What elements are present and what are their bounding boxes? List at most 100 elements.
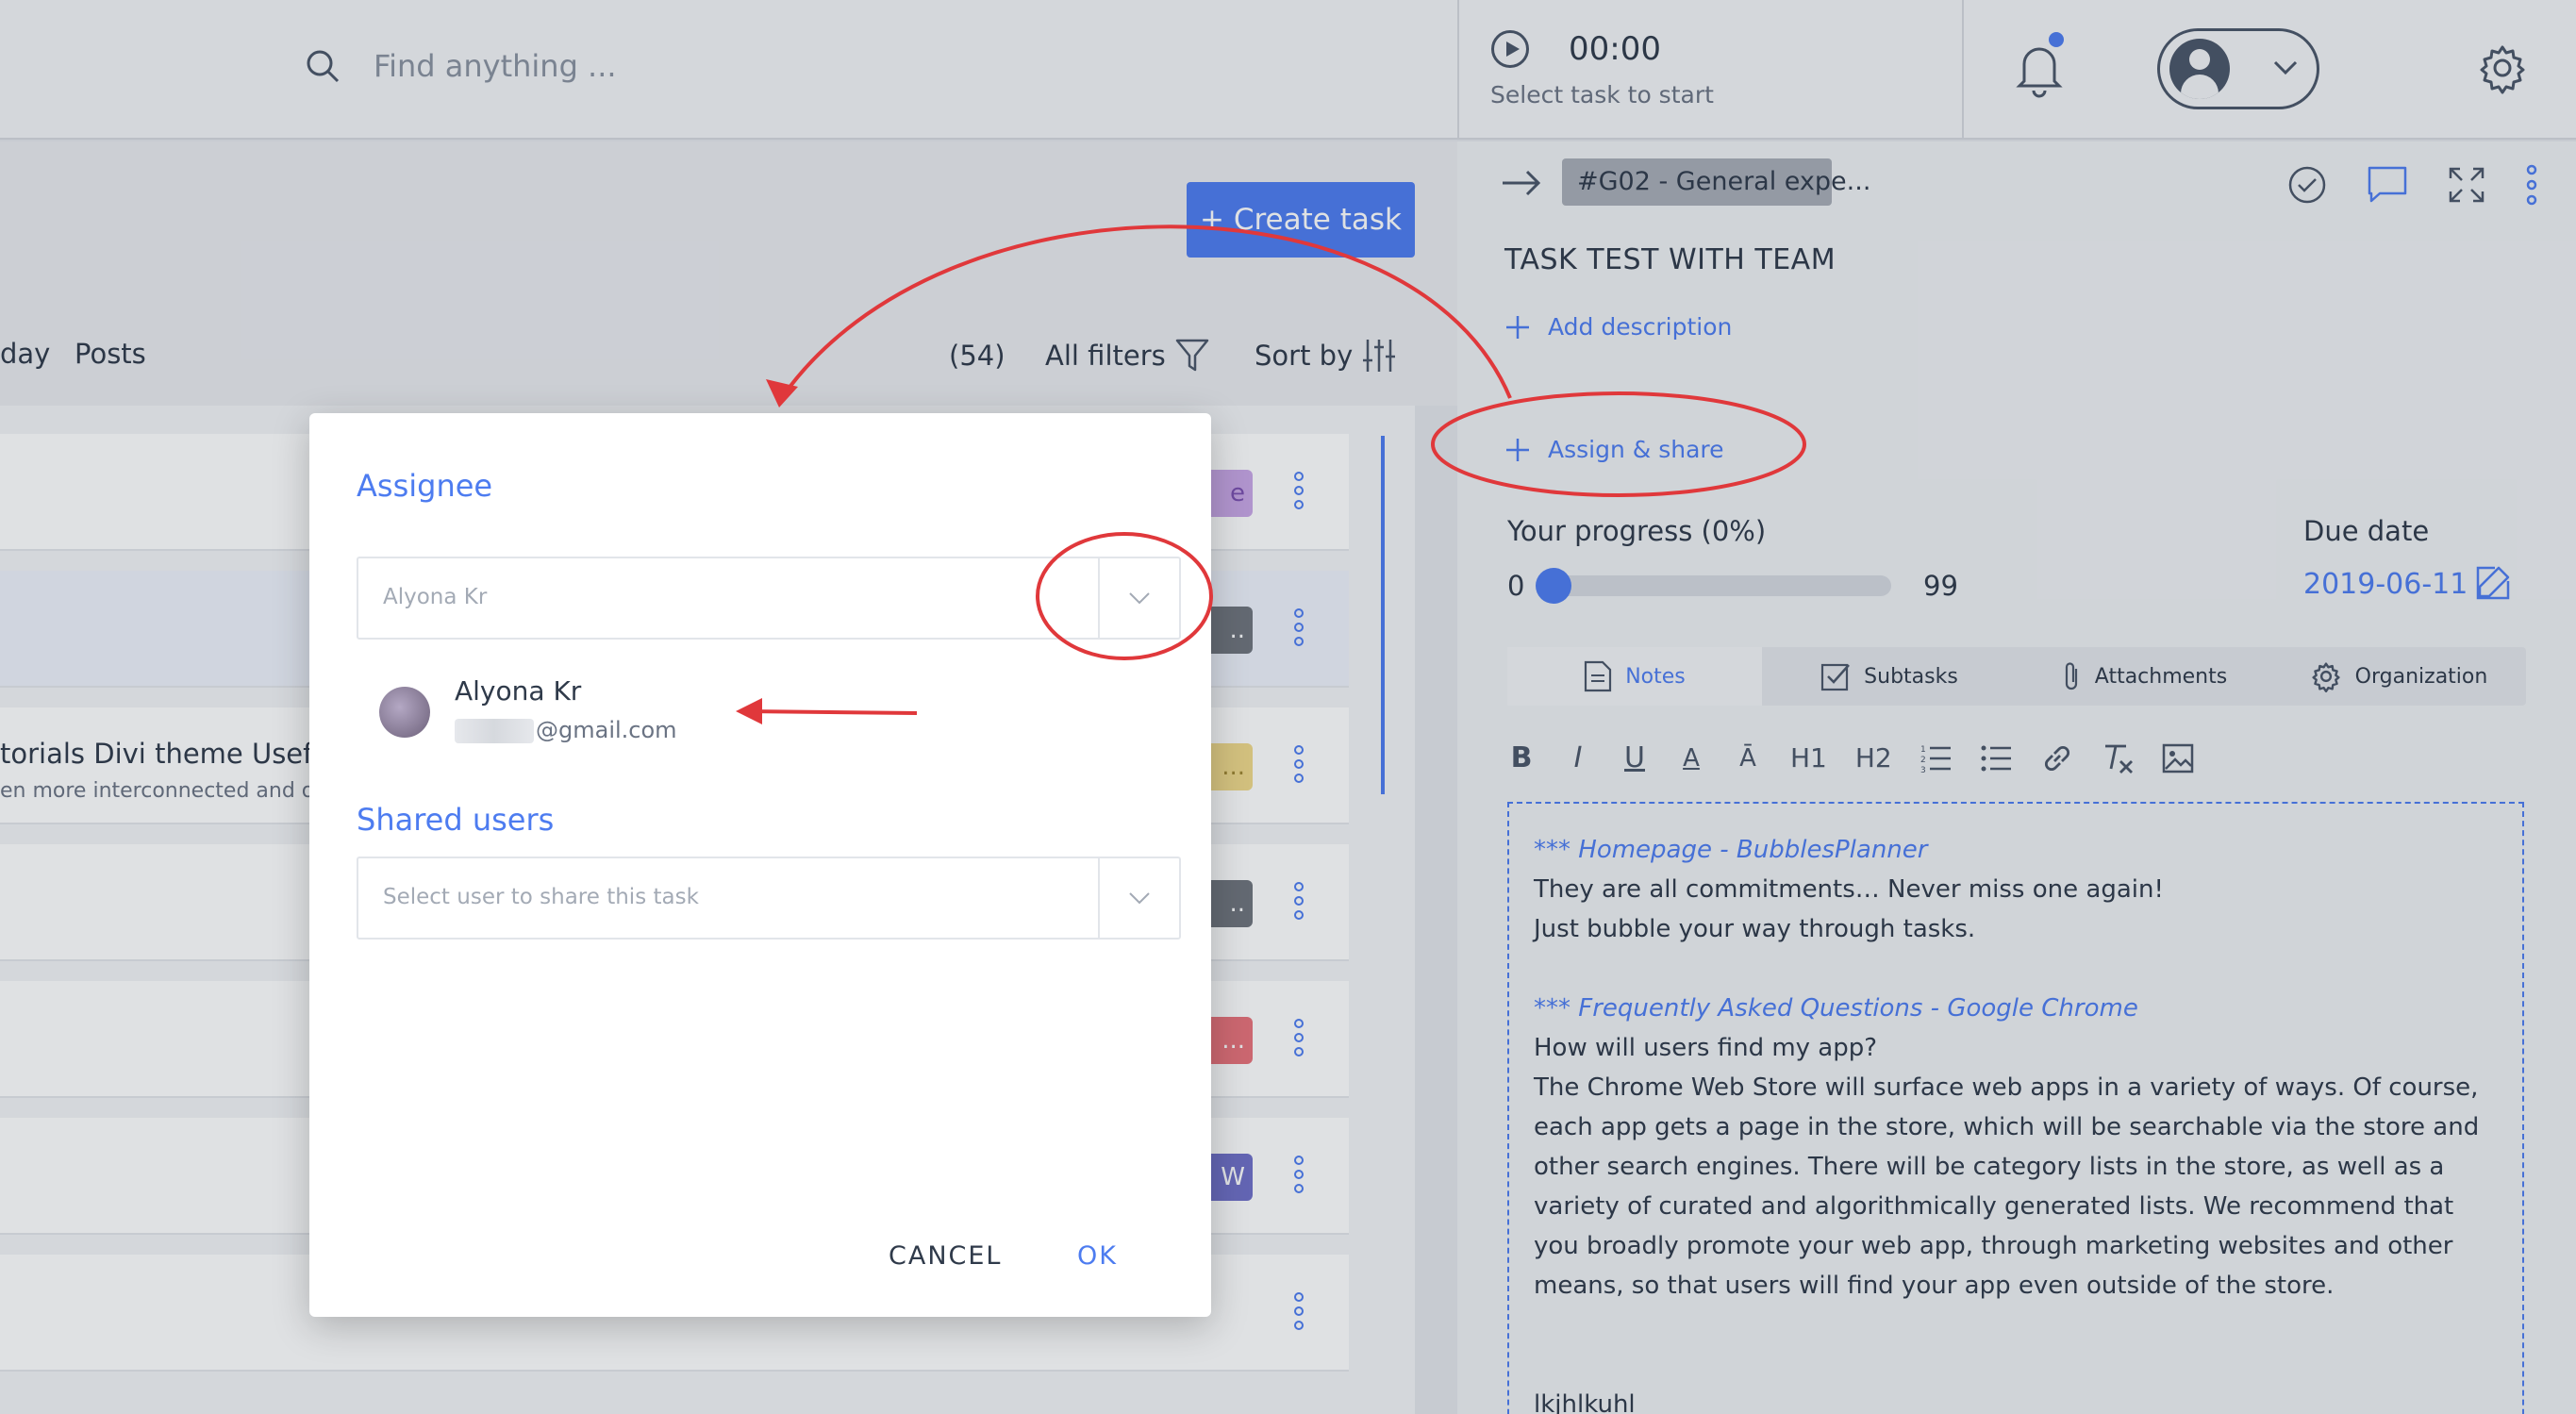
gear-icon[interactable] [2476,42,2529,94]
project-chip[interactable]: #G02 - General expe... [1562,158,1870,206]
tab-subtasks[interactable]: Subtasks [1762,647,2017,706]
tab-organization-label: Organization [2354,664,2488,689]
task-timer: 00:00 Select task to start [1457,0,1964,140]
task-title[interactable]: TASK TEST WITH TEAM [1504,243,1836,276]
more-icon[interactable] [1294,608,1305,650]
global-search [304,47,939,85]
edit-icon[interactable] [2474,564,2512,602]
cancel-button[interactable]: CANCEL [889,1241,1002,1271]
progress-slider-handle[interactable] [1536,568,1571,604]
check-circle-icon[interactable] [2287,165,2327,205]
svg-text:2: 2 [1920,756,1926,765]
assignee-dropdown-toggle[interactable] [1098,558,1179,638]
tab-attachments[interactable]: Attachments [2017,647,2271,706]
progress-min: 0 [1507,570,1525,602]
assign-share-dialog: Assignee Alyona Kr Alyona Kr @gmail.com … [309,413,1211,1317]
top-bar: 00:00 Select task to start [0,0,2576,140]
tab-day[interactable]: day [0,338,50,370]
svg-text:3: 3 [1920,766,1926,773]
heading1-button[interactable]: H1 [1790,742,1827,774]
task-detail-panel: #G02 - General expe... TASK TEST WITH TE… [1457,141,2576,1414]
note-paragraph: The Chrome Web Store will surface web ap… [1534,1073,2480,1300]
avatar [379,687,430,738]
search-icon [307,50,340,83]
search-input[interactable] [374,48,939,84]
assign-share-button[interactable]: Assign & share [1504,436,1724,463]
shared-users-select[interactable]: Select user to share this task [357,857,1181,940]
sort-by-button[interactable]: Sort by [1255,340,1353,372]
note-line: They are all commitments… Never miss one… [1534,875,2164,904]
task-title: torials Divi theme Useful [0,738,338,770]
timer-time: 00:00 [1569,30,1661,68]
link-icon[interactable] [2041,742,2073,774]
heading2-button[interactable]: H2 [1855,742,1892,774]
tab-notes[interactable]: Notes [1507,647,1762,706]
list-scrollbar[interactable] [1381,436,1385,794]
progress-slider[interactable] [1542,575,1891,596]
user-menu-button[interactable] [2157,28,2319,109]
due-date-label: Due date [2303,515,2430,547]
add-description-label: Add description [1548,313,1733,341]
note-link[interactable]: *** Frequently Asked Questions - Google … [1534,989,2498,1028]
tab-subtasks-label: Subtasks [1864,664,1958,689]
more-icon[interactable] [1294,1292,1305,1334]
play-icon[interactable] [1491,30,1529,68]
assignee-select[interactable]: Alyona Kr [357,557,1181,640]
sort-icon[interactable] [1362,338,1396,374]
chevron-down-icon [2273,60,2298,75]
text-color-button[interactable]: A [1677,744,1705,773]
gear-icon [2312,662,2340,692]
assign-share-label: Assign & share [1548,436,1724,463]
assignee-value: Alyona Kr [383,585,488,609]
notes-editor[interactable]: *** Homepage - BubblesPlanner They are a… [1507,802,2524,1414]
option-email-domain: @gmail.com [536,717,677,743]
svg-text:1: 1 [1920,745,1926,755]
editor-toolbar: B I U A Ā H1 H2 123 [1507,741,2194,774]
notification-dot [2049,32,2064,47]
subtasks-icon [1821,663,1851,691]
bullet-list-icon[interactable] [1981,744,2013,773]
highlight-button[interactable]: Ā [1734,744,1762,773]
filter-icon[interactable] [1175,338,1209,374]
chevron-down-icon [1129,892,1150,905]
option-email: @gmail.com [455,717,677,743]
timer-hint: Select task to start [1490,81,1714,108]
all-filters-button[interactable]: All filters [1045,340,1166,372]
shared-users-placeholder: Select user to share this task [383,885,699,909]
more-icon[interactable] [1294,472,1305,513]
clear-format-icon[interactable] [2102,742,2134,774]
note-link[interactable]: *** Homepage - BubblesPlanner [1534,830,2498,870]
shared-users-dropdown-toggle[interactable] [1098,858,1179,938]
tab-organization[interactable]: Organization [2271,647,2526,706]
more-icon[interactable] [1294,882,1305,923]
more-icon[interactable] [2525,164,2538,206]
note-line: How will users find my app? [1534,1034,1878,1062]
expand-icon[interactable] [2448,166,2485,204]
assignee-heading: Assignee [357,468,493,504]
due-date-value[interactable]: 2019-06-11 [2303,568,2468,601]
list-header [0,141,1457,406]
tab-posts[interactable]: Posts [75,338,146,370]
more-icon[interactable] [1294,1156,1305,1197]
task-snippet: en more interconnected and o [0,779,315,803]
more-icon[interactable] [1294,745,1305,787]
add-description-button[interactable]: Add description [1504,313,1732,341]
italic-button[interactable]: I [1564,741,1592,774]
shared-users-heading: Shared users [357,802,555,838]
attachment-icon [2065,662,2077,690]
more-icon[interactable] [1294,1019,1305,1060]
ordered-list-icon[interactable]: 123 [1920,744,1953,773]
progress-max: 99 [1923,570,1958,602]
tab-attachments-label: Attachments [2094,664,2228,689]
bold-button[interactable]: B [1507,741,1536,774]
underline-button[interactable]: U [1620,741,1649,774]
arrow-right-icon[interactable] [1501,168,1542,198]
progress-label: Your progress (0%) [1507,515,1767,547]
create-task-button[interactable]: + Create task [1187,182,1415,258]
plus-icon [1506,315,1529,339]
comment-icon[interactable] [2367,165,2408,205]
task-tabs: Notes Subtasks Attachments Organization [1507,647,2526,706]
image-icon[interactable] [2162,742,2194,774]
bell-icon[interactable] [2013,32,2066,100]
ok-button[interactable]: OK [1077,1241,1118,1271]
